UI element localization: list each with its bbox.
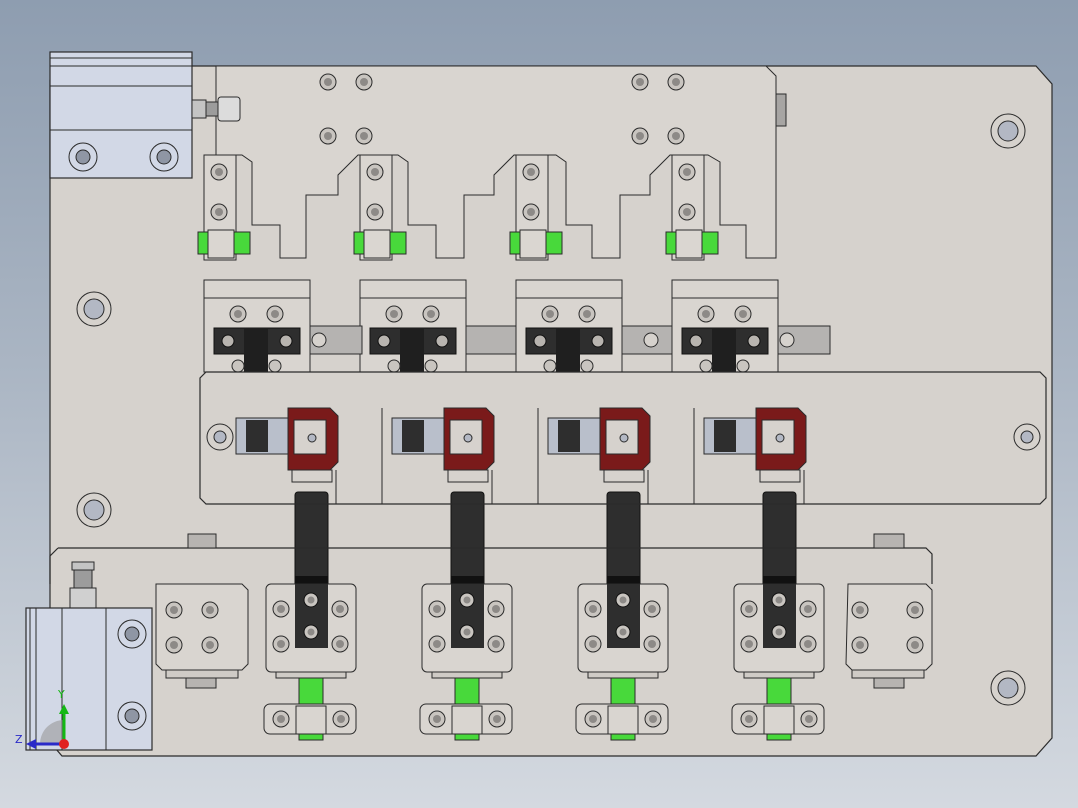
jaw-carrier	[203, 279, 311, 373]
y-axis-label: Y	[58, 688, 65, 701]
cylinder-mount	[265, 583, 357, 679]
cad-viewport[interactable]: Y Z	[0, 0, 1078, 808]
side-stop-block	[775, 93, 787, 127]
cylinder-mount	[733, 583, 825, 679]
pneumatic-slider	[49, 51, 193, 179]
pin-bracket	[263, 703, 357, 735]
pin-bracket	[575, 703, 669, 735]
z-axis-label: Z	[15, 733, 23, 746]
assembly-drawing	[25, 51, 1053, 757]
pin-bracket	[419, 703, 513, 735]
x-axis-dot	[59, 739, 69, 749]
jaw-carrier	[359, 279, 467, 373]
jaw-carrier	[671, 279, 779, 373]
cylinder-mount	[577, 583, 669, 679]
pin-bracket	[731, 703, 825, 735]
jaw-carrier	[515, 279, 623, 373]
cylinder-mount	[421, 583, 513, 679]
